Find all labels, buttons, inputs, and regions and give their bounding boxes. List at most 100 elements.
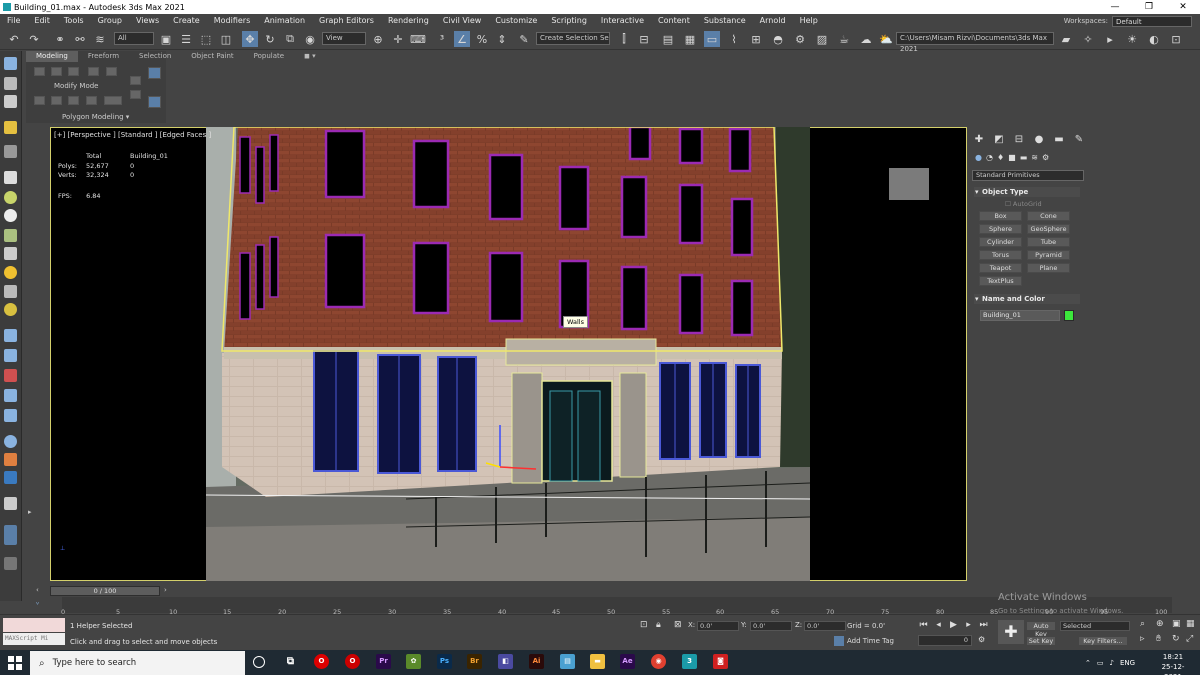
ribbon-tool-2-icon[interactable] (51, 96, 62, 105)
ribbon-tool-1-icon[interactable] (34, 96, 45, 105)
arnold-tools-icon[interactable]: ⊡ (1168, 31, 1184, 47)
go-to-start-icon[interactable]: ⏮ (918, 620, 929, 631)
torus-button[interactable]: Torus (979, 250, 1022, 260)
display-tab-icon[interactable]: ▬ (1053, 134, 1065, 146)
object-name-input[interactable]: Building_01 (980, 310, 1060, 321)
mirror-icon[interactable]: ⫿ (616, 31, 632, 47)
minimize-button[interactable]: — (1098, 0, 1132, 14)
system-clock[interactable]: 18:21 25-12-2021 (1153, 652, 1193, 675)
place-icon[interactable]: ◉ (302, 31, 318, 47)
menu-animation[interactable]: Animation (257, 14, 312, 28)
helpers-icon[interactable]: ▬ (1020, 153, 1028, 165)
window-crossing-icon[interactable]: ◫ (218, 31, 234, 47)
rect-selection-icon[interactable]: ⬚ (198, 31, 214, 47)
bind-space-warp-icon[interactable]: ≋ (92, 31, 108, 47)
project-folder-icon[interactable]: ▰ (1058, 31, 1074, 47)
tab-object-paint[interactable]: Object Paint (181, 51, 243, 62)
viewcube[interactable] (889, 168, 929, 200)
camera-app-icon[interactable]: ◙ (713, 654, 728, 669)
tray-chevron-icon[interactable]: ⌃ (1085, 659, 1091, 667)
spinner-snap-icon[interactable]: ⇕ (494, 31, 510, 47)
tab-freeform[interactable]: Freeform (78, 51, 129, 62)
curve-editor-icon[interactable]: ⌇ (726, 31, 742, 47)
light-icon[interactable] (4, 121, 17, 134)
motion-tab-icon[interactable]: ● (1033, 134, 1045, 146)
pan-icon[interactable]: ✋︎ (1156, 634, 1161, 644)
ribbon-options-icon[interactable]: ◼ ▾ (294, 51, 326, 62)
key-selection-select[interactable]: Selected (1060, 621, 1130, 631)
ribbon-polygon-icon[interactable] (88, 67, 99, 76)
file-explorer-icon[interactable]: ▬ (590, 654, 605, 669)
menu-tools[interactable]: Tools (57, 14, 91, 28)
select-move-icon[interactable]: ✥ (242, 31, 258, 47)
rendered-frame-icon[interactable]: ▨ (814, 31, 830, 47)
object-type-rollout[interactable]: Object Type (974, 187, 1080, 197)
sphere-button[interactable]: Sphere (979, 224, 1022, 234)
hat-icon[interactable] (4, 229, 17, 242)
ribbon-border-icon[interactable] (68, 67, 79, 76)
plane-button[interactable]: Plane (1027, 263, 1070, 273)
systems-icon[interactable]: ⚙ (1042, 153, 1049, 165)
maxscript-mini-listener[interactable]: MAXScript Mi (3, 633, 65, 645)
selection-filter-select[interactable]: All (114, 32, 154, 45)
particle-icon[interactable] (4, 453, 17, 466)
geometry-icon[interactable]: ● (975, 153, 982, 165)
viewport-label[interactable]: [+] [Perspective ] [Standard ] [Edged Fa… (54, 131, 211, 139)
layer-explorer-icon[interactable]: ▦ (682, 31, 698, 47)
ribbon-tool-4-icon[interactable] (86, 96, 97, 105)
isolate-icon[interactable]: ⊡ (640, 620, 648, 630)
zoom-extents-all-icon[interactable]: ▦ (1186, 619, 1195, 629)
bridge-icon[interactable]: Br (467, 654, 482, 669)
menu-rendering[interactable]: Rendering (381, 14, 436, 28)
plane-icon[interactable] (4, 171, 17, 184)
add-time-tag[interactable]: Add Time Tag (847, 637, 894, 645)
current-frame-input[interactable]: 0 (918, 635, 972, 646)
time-config-icon[interactable]: ⚙ (978, 635, 985, 644)
ribbon-vertex-icon[interactable] (34, 67, 45, 76)
menu-help[interactable]: Help (793, 14, 825, 28)
menu-views[interactable]: Views (129, 14, 166, 28)
ribbon-element-icon[interactable] (106, 67, 117, 76)
set-key-icon[interactable]: ✚ (998, 620, 1024, 644)
hierarchy-tab-icon[interactable]: ⊟ (1013, 134, 1025, 146)
tools-icon[interactable] (4, 329, 17, 342)
render-icon[interactable]: ☕ (836, 31, 852, 47)
sheet-icon[interactable] (4, 95, 17, 108)
set-key-button[interactable]: Set Key (1026, 636, 1056, 646)
ribbon-tool-3-icon[interactable] (68, 96, 79, 105)
brush-icon[interactable] (4, 369, 17, 382)
object-color-swatch[interactable] (1064, 310, 1074, 321)
cylinder-button[interactable]: Cylinder (979, 237, 1022, 247)
photoshop-icon[interactable]: Ps (437, 654, 452, 669)
zoom-all-icon[interactable]: ⊕ (1156, 619, 1164, 629)
ribbon-edge-icon[interactable] (51, 67, 62, 76)
menu-create[interactable]: Create (166, 14, 207, 28)
track-bar-icon[interactable]: ⱽ (36, 601, 39, 609)
shapes-icon[interactable]: ◔ (986, 153, 993, 165)
menu-graph-editors[interactable]: Graph Editors (312, 14, 381, 28)
render-iterative-icon[interactable]: ☁ (858, 31, 874, 47)
language-indicator[interactable]: ENG (1120, 659, 1135, 667)
snaps-toggle-icon[interactable]: ³ (434, 31, 450, 47)
file-icon[interactable] (4, 497, 17, 510)
pyramid-button[interactable]: Pyramid (1027, 250, 1070, 260)
go-to-end-icon[interactable]: ⏭ (978, 620, 989, 631)
polygon-modeling-dropdown[interactable]: Polygon Modeling ▾ (62, 113, 129, 121)
auto-key-button[interactable]: Auto Key (1026, 621, 1056, 638)
tab-modeling[interactable]: Modeling (26, 51, 78, 62)
menu-interactive[interactable]: Interactive (594, 14, 651, 28)
dots-icon[interactable] (4, 349, 17, 362)
notepad-icon[interactable]: ▤ (560, 654, 575, 669)
primitive-category-select[interactable]: Standard Primitives (972, 170, 1084, 181)
shape-icon[interactable] (4, 389, 17, 402)
cone-icon[interactable] (4, 247, 17, 260)
z-coordinate-input[interactable]: 0.0' (804, 621, 846, 631)
chrome-icon[interactable]: ◉ (651, 654, 666, 669)
menu-edit[interactable]: Edit (27, 14, 57, 28)
lock-icon[interactable]: 🔒︎ (656, 620, 661, 630)
time-tag-icon[interactable] (834, 636, 844, 646)
taskbar-search[interactable]: ⌕ Type here to search (30, 651, 245, 675)
workspaces-select[interactable]: Default (1112, 15, 1192, 27)
percent-snap-icon[interactable]: % (474, 31, 490, 47)
create-tab-icon[interactable]: ✚ (973, 134, 985, 146)
